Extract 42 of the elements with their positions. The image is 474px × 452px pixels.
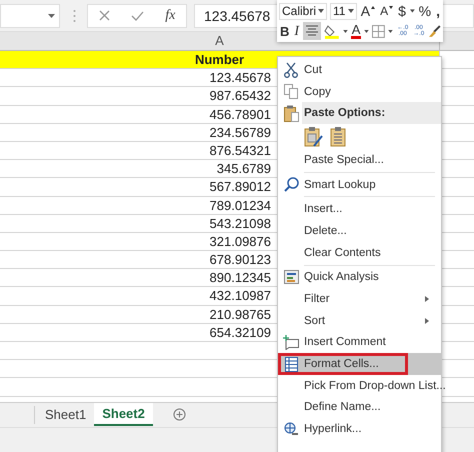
down-triangle-icon <box>389 6 394 8</box>
check-icon[interactable] <box>130 10 144 20</box>
menu-item[interactable]: Hyperlink... <box>278 418 441 440</box>
fill-color-icon[interactable] <box>324 23 340 39</box>
comma-button[interactable]: , <box>435 2 441 20</box>
brush-icon[interactable] <box>428 24 442 38</box>
submenu-arrow-icon <box>425 296 429 302</box>
cancel-icon[interactable] <box>98 10 110 21</box>
grow-font-button[interactable]: A <box>360 2 376 20</box>
caret-icon <box>410 9 415 13</box>
menu-item[interactable]: Define Name... <box>278 396 441 418</box>
copy-icon <box>284 84 298 100</box>
paste-clipboard-icon[interactable] <box>304 126 324 148</box>
menu-item[interactable]: Format Cells... <box>278 353 441 375</box>
globe-icon <box>284 422 298 437</box>
paste-icon <box>284 104 298 122</box>
sheet-tab[interactable]: Sheet1 <box>37 404 94 426</box>
font-color-button[interactable]: A <box>350 23 362 39</box>
font-size-field[interactable]: 11 <box>330 2 357 20</box>
sheet-tab[interactable]: Sheet2 <box>94 403 153 426</box>
search-icon <box>284 177 298 192</box>
scissors-icon <box>284 62 298 78</box>
caret-icon <box>318 9 324 13</box>
add-sheet-icon[interactable] <box>172 408 186 422</box>
submenu-arrow-icon <box>425 318 429 324</box>
table-icon <box>284 356 298 372</box>
percent-button[interactable]: % <box>418 2 432 20</box>
shrink-font-button[interactable]: A <box>379 2 394 20</box>
menu-section-header: Paste Options: <box>304 107 386 120</box>
font-field[interactable]: Calibri <box>279 2 328 20</box>
paste-clipboard-icon[interactable] <box>330 126 346 148</box>
comment-icon <box>283 334 299 350</box>
menu-item[interactable]: Quick Analysis <box>278 266 441 288</box>
up-triangle-icon <box>371 6 376 8</box>
insert-function-button[interactable]: fx <box>165 8 176 24</box>
currency-button[interactable]: $ <box>397 2 407 20</box>
grip-icon <box>73 8 76 22</box>
chart-icon <box>284 270 298 284</box>
caret-icon <box>48 14 55 18</box>
center-align-button[interactable] <box>303 22 322 40</box>
borders-icon[interactable] <box>372 24 386 38</box>
caret-icon <box>348 9 354 13</box>
